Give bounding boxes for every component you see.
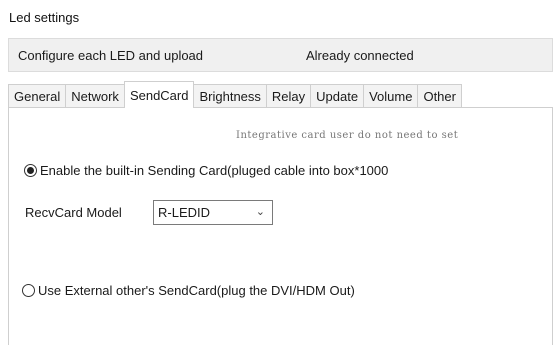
chevron-down-icon: ⌄: [255, 206, 265, 218]
tab-relay[interactable]: Relay: [265, 84, 312, 108]
recvcard-model-value: R-LEDID: [158, 205, 211, 220]
radio-unchecked-icon[interactable]: [22, 284, 35, 297]
tab-general[interactable]: General: [8, 84, 67, 108]
connection-status: Already connected: [306, 48, 414, 63]
tab-volume[interactable]: Volume: [363, 84, 419, 108]
status-message: Configure each LED and upload: [18, 48, 204, 63]
status-bar: Configure each LED and upload Already co…: [8, 38, 553, 72]
recvcard-model-select[interactable]: R-LEDID ⌄: [153, 200, 273, 225]
sendcard-panel: Integrative card user do not need to set…: [8, 107, 553, 345]
tab-brightness[interactable]: Brightness: [193, 84, 267, 108]
integrative-card-hint: Integrative card user do not need to set: [236, 130, 459, 141]
recvcard-model-label: RecvCard Model: [25, 205, 122, 220]
tab-network[interactable]: Network: [65, 84, 125, 108]
tab-other[interactable]: Other: [417, 84, 462, 108]
radio-checked-icon[interactable]: [24, 164, 37, 177]
external-sendcard-option[interactable]: Use External other's SendCard(plug the D…: [22, 283, 355, 298]
tab-bar: General Network SendCard Brightness Rela…: [8, 81, 462, 108]
builtin-sendcard-option[interactable]: Enable the built-in Sending Card(pluged …: [24, 163, 388, 178]
window-title: Led settings: [9, 10, 80, 25]
tab-update[interactable]: Update: [310, 84, 365, 108]
external-sendcard-label: Use External other's SendCard(plug the D…: [38, 283, 355, 298]
tab-sendcard[interactable]: SendCard: [123, 81, 195, 108]
builtin-sendcard-label: Enable the built-in Sending Card(pluged …: [40, 163, 389, 178]
